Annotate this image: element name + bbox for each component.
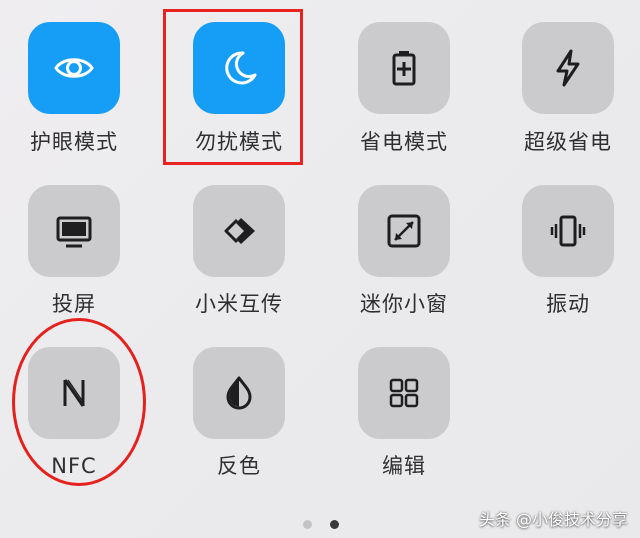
vibrate-icon — [522, 185, 614, 277]
tile-label-edit: 编辑 — [382, 454, 426, 478]
watermark: 头条 @小俊技术分享 — [478, 510, 628, 529]
highlight-rectangle — [163, 9, 303, 165]
tile-vibrate[interactable] — [522, 185, 614, 277]
tile-label-eye-protection: 护眼模式 — [30, 130, 118, 154]
page-dot-2[interactable] — [330, 520, 339, 529]
tile-invert-colors[interactable] — [193, 347, 285, 439]
mi-share-icon — [193, 185, 285, 277]
page-dot-1[interactable] — [303, 520, 312, 529]
tile-label-vibrate: 振动 — [546, 292, 590, 316]
tile-battery-saver[interactable] — [358, 22, 450, 114]
tile-mini-window[interactable] — [358, 185, 450, 277]
tile-label-mi-share: 小米互传 — [195, 292, 283, 316]
tile-ultra-battery-saver[interactable] — [522, 22, 614, 114]
tile-label-ultra-battery-saver: 超级省电 — [524, 130, 612, 154]
tile-eye-protection[interactable] — [28, 22, 120, 114]
invert-colors-icon — [193, 347, 285, 439]
tile-label-mini-window: 迷你小窗 — [360, 292, 448, 316]
tile-label-cast: 投屏 — [52, 292, 96, 316]
grid-edit-icon — [358, 347, 450, 439]
tile-cast[interactable] — [28, 185, 120, 277]
tile-edit[interactable] — [358, 347, 450, 439]
highlight-circle — [12, 318, 146, 486]
tile-label-battery-saver: 省电模式 — [360, 130, 448, 154]
eye-icon — [28, 22, 120, 114]
mini-window-icon — [358, 185, 450, 277]
monitor-icon — [28, 185, 120, 277]
lightning-icon — [522, 22, 614, 114]
tile-label-invert-colors: 反色 — [217, 454, 261, 478]
tile-mi-share[interactable] — [193, 185, 285, 277]
battery-saver-icon — [358, 22, 450, 114]
